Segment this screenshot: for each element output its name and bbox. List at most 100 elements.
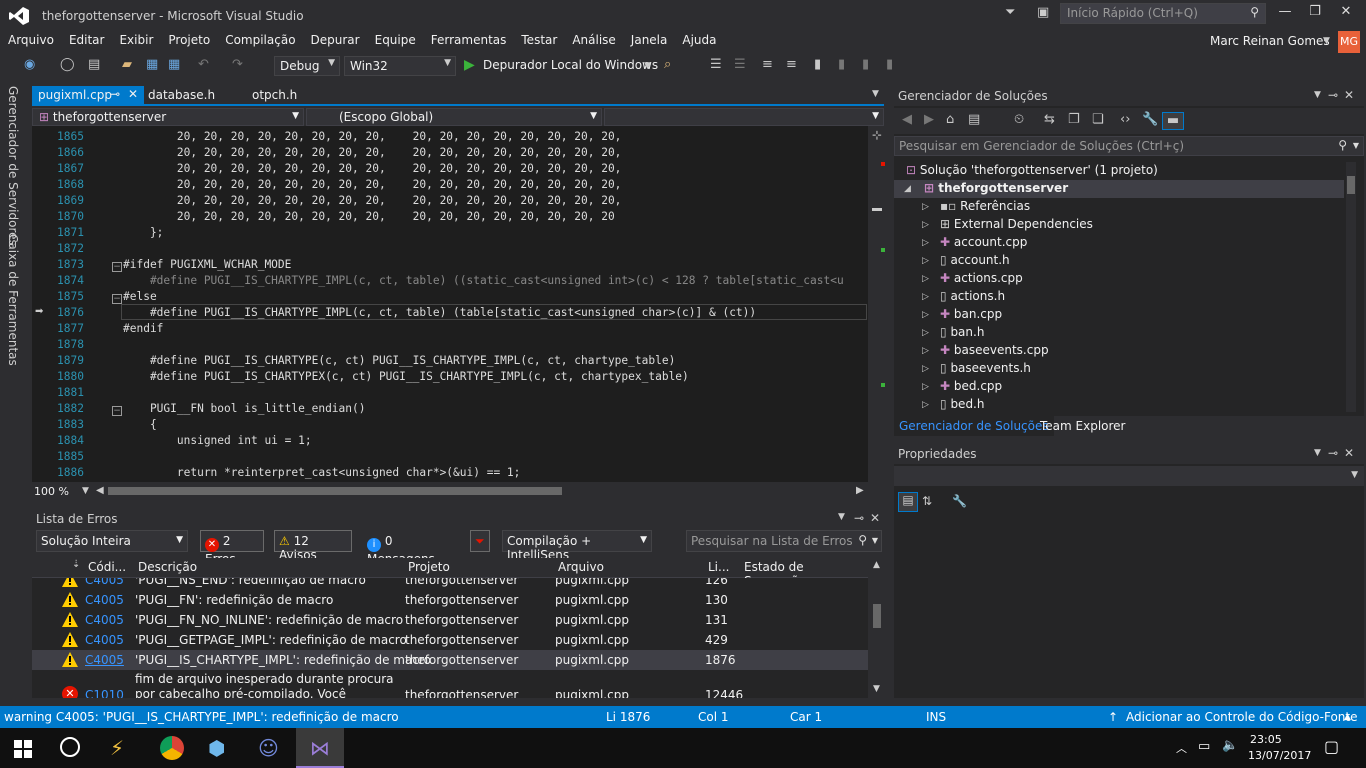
expanded-icon[interactable]: ◢ <box>904 184 911 194</box>
project-node[interactable]: ⊞ theforgottenserver <box>924 181 1068 195</box>
column-file[interactable]: Arquivo <box>558 560 604 574</box>
pin-icon[interactable]: ⊸ <box>1328 88 1338 102</box>
scroll-thumb[interactable] <box>873 604 881 628</box>
window-position-icon[interactable]: ▼ <box>1314 448 1321 458</box>
column-description[interactable]: Descrição <box>138 560 197 574</box>
add-source-control-button[interactable]: Adicionar ao Controle do Código-Fonte <box>1126 710 1357 724</box>
collapsed-icon[interactable]: ▷ <box>922 310 929 320</box>
filter-icon[interactable]: ⏷ <box>470 530 490 552</box>
solution-node[interactable]: ⊡ Solução 'theforgottenserver' (1 projet… <box>906 163 1158 177</box>
sync-icon[interactable]: ⇆ <box>1044 112 1055 130</box>
scroll-left-icon[interactable]: ◀ <box>96 485 104 496</box>
cell-code[interactable]: C4005 <box>85 633 124 647</box>
collapse-all-icon[interactable]: ❐ <box>1068 112 1080 130</box>
collapsed-icon[interactable]: ▷ <box>922 400 929 410</box>
scroll-thumb[interactable] <box>872 208 882 211</box>
user-name[interactable]: Marc Reinan Gomes <box>1210 34 1330 48</box>
table-row[interactable]: C4005 'PUGI__IS_CHARTYPE_IMPL': redefiniç… <box>32 650 868 670</box>
solution-search-input[interactable]: Pesquisar em Gerenciador de Soluções (Ct… <box>894 136 1364 156</box>
errors-filter-button[interactable]: ✕ 2 Erros <box>200 530 264 566</box>
collapsed-icon[interactable]: ▷ <box>922 328 929 338</box>
discord-icon[interactable]: ☺ <box>258 736 284 760</box>
back-icon[interactable]: ◉ <box>24 57 35 75</box>
cell-code[interactable]: C1010 <box>85 688 124 698</box>
menu-projeto[interactable]: Projeto <box>160 30 217 47</box>
chevron-down-icon[interactable]: ▼ <box>644 61 651 71</box>
solution-item[interactable]: ✚ account.cpp <box>940 235 1027 249</box>
close-icon[interactable]: ✕ <box>1344 88 1354 102</box>
messages-filter-button[interactable]: i 0 Mensagens <box>362 530 458 566</box>
home-icon[interactable]: ⌂ <box>946 112 954 130</box>
cell-code[interactable]: C4005 <box>85 593 124 607</box>
save-icon[interactable]: ▦ <box>146 57 158 75</box>
filter-icon[interactable]: ⏷ <box>1005 5 1015 20</box>
comment-icon[interactable]: ≡ <box>762 57 773 75</box>
preview-icon[interactable]: ▬ <box>1162 112 1184 130</box>
maximize-button[interactable]: ❐ <box>1303 4 1327 24</box>
solution-item[interactable]: ▪▫ Referências <box>940 199 1030 213</box>
pending-changes-icon[interactable]: ⏲ <box>1014 112 1024 130</box>
project-dropdown[interactable]: ⊞ theforgottenserver ▼ <box>32 108 304 126</box>
close-icon[interactable]: ✕ <box>870 511 880 525</box>
cortana-icon[interactable] <box>60 737 80 757</box>
member-dropdown[interactable]: ▼ <box>604 108 884 126</box>
find-in-files-icon[interactable]: ⌕ <box>664 57 671 75</box>
editor-vertical-scrollbar[interactable]: ⊹ <box>868 126 886 482</box>
column-code[interactable]: Códi... <box>88 560 126 574</box>
pin-icon[interactable]: ⊸ <box>110 87 120 101</box>
chevron-down-icon[interactable]: ▼ <box>1323 36 1330 46</box>
warnings-filter-button[interactable]: ⚠ 12 Avisos <box>274 530 352 562</box>
toolbox-tab[interactable]: Caixa de Ferramentas <box>6 234 20 366</box>
collapsed-icon[interactable]: ▷ <box>922 346 929 356</box>
clock-time[interactable]: 23:05 <box>1250 733 1282 746</box>
platform-select[interactable]: Win32 ▼ <box>344 56 456 76</box>
clock-date[interactable]: 13/07/2017 <box>1248 749 1311 762</box>
code-editor[interactable]: 1865 1866 1867 1868 1869 1870 1871 1872 1873 1874… <box>32 126 868 482</box>
show-all-files-icon[interactable]: ❏ <box>1092 112 1104 130</box>
bookmark-icon[interactable]: ▮ <box>814 57 821 75</box>
column-line[interactable]: Li... <box>708 560 729 574</box>
menu-equipe[interactable]: Equipe <box>367 30 423 47</box>
view-code-icon[interactable]: ‹› <box>1120 112 1130 130</box>
cell-code[interactable]: C4005 <box>85 653 124 667</box>
solution-item[interactable]: ▯ bed.h <box>940 397 984 411</box>
solution-item[interactable]: ✚ bed.cpp <box>940 379 1002 393</box>
table-row[interactable]: ✕ C1010 fim de arquivo inesperado durante … <box>32 672 868 698</box>
save-all-icon[interactable]: ▦ <box>168 57 180 75</box>
menu-analise[interactable]: Análise <box>564 30 622 47</box>
collapsed-icon[interactable]: ▷ <box>922 292 929 302</box>
scope-select[interactable]: Solução Inteira ▼ <box>36 530 188 552</box>
undo-icon[interactable]: ↶ <box>198 57 209 75</box>
collapsed-icon[interactable]: ▷ <box>922 364 929 374</box>
solution-scrollbar[interactable] <box>1346 162 1356 412</box>
clear-bookmarks-icon[interactable]: ▮ <box>886 57 893 75</box>
redo-icon[interactable]: ↷ <box>232 57 243 75</box>
back-icon[interactable]: ◀ <box>902 112 912 130</box>
collapsed-icon[interactable]: ▷ <box>922 256 929 266</box>
notifications-icon[interactable]: ▢ <box>1324 737 1339 756</box>
solution-item[interactable]: ▯ actions.h <box>940 289 1005 303</box>
virtualbox-icon[interactable]: ⬢ <box>208 736 234 760</box>
error-list-scrollbar[interactable]: ▲ ▼ <box>868 558 886 698</box>
split-icon[interactable]: ⊹ <box>872 128 882 142</box>
solution-item[interactable]: ▯ baseevents.h <box>940 361 1031 375</box>
table-row[interactable]: C4005 'PUGI__GETPAGE_IMPL': redefinição d… <box>32 630 868 650</box>
configuration-select[interactable]: Debug ▼ <box>274 56 340 76</box>
scope-dropdown[interactable]: (Escopo Global) ▼ <box>306 108 602 126</box>
outdent-icon[interactable]: ☰ <box>734 57 746 75</box>
editor-horizontal-scroll-thumb[interactable] <box>108 487 562 495</box>
indent-icon[interactable]: ☰ <box>710 57 722 75</box>
new-project-icon[interactable]: ▤ <box>88 57 100 75</box>
menu-janela[interactable]: Janela <box>623 30 675 47</box>
tab-list-icon[interactable]: ▼ <box>872 89 879 99</box>
close-button[interactable]: ✕ <box>1334 4 1358 24</box>
scroll-up-icon[interactable]: ▲ <box>873 560 880 570</box>
collapsed-icon[interactable]: ▷ <box>922 382 929 392</box>
sort-icon[interactable]: ⇣ <box>72 559 80 570</box>
table-row[interactable]: C4005 'PUGI__FN_NO_INLINE': redefinição d… <box>32 610 868 630</box>
table-row[interactable]: C4005 'PUGI__NS_END': redefinição de macr… <box>32 578 868 590</box>
minimize-button[interactable]: — <box>1273 4 1297 24</box>
menu-ferramentas[interactable]: Ferramentas <box>423 30 514 47</box>
scroll-down-icon[interactable]: ▼ <box>873 684 880 694</box>
menu-ajuda[interactable]: Ajuda <box>674 30 723 47</box>
